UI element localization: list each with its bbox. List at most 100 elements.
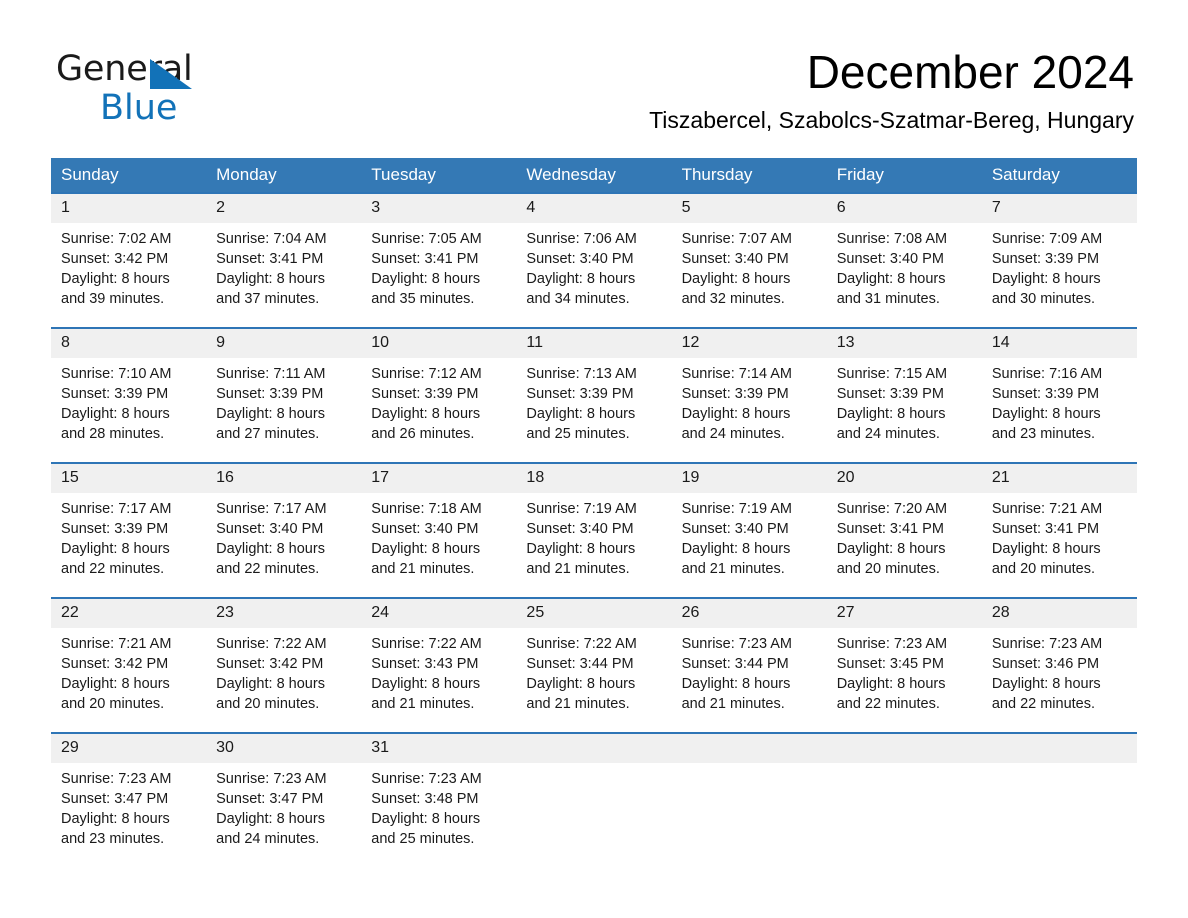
calendar-day-cell[interactable]: 4 Sunrise: 7:06 AM Sunset: 3:40 PM Daylight… (516, 192, 672, 328)
weekday-header-sunday: Sunday (51, 158, 207, 193)
calendar-day-cell[interactable]: 29 Sunrise: 7:23 AM Sunset: 3:47 PM Dayligh… (51, 732, 207, 854)
triangle-icon (150, 59, 192, 89)
daylight-text-line1: Daylight: 8 hours (681, 676, 791, 692)
calendar-day-cell[interactable]: 6 Sunrise: 7:08 AM Sunset: 3:40 PM Daylight… (826, 192, 982, 328)
calendar-header-row: Sunday Monday Tuesday Wednesday Thursday… (51, 158, 1137, 193)
calendar-day-cell[interactable]: 2 Sunrise: 7:04 AM Sunset: 3:41 PM Daylight… (206, 192, 362, 328)
sunset-text: Sunset: 3:41 PM (836, 521, 944, 537)
logo-word-general: General (56, 52, 256, 90)
calendar-day-cell[interactable]: 10 Sunrise: 7:12 AM Sunset: 3:39 PM Dayligh… (361, 327, 517, 463)
calendar-day-cell-empty (671, 732, 827, 854)
calendar-day-cell[interactable]: 9 Sunrise: 7:11 AM Sunset: 3:39 PM Daylight… (206, 327, 362, 463)
page-subtitle: Tiszabercel, Szabolcs-Szatmar-Bereg, Hun… (649, 107, 1134, 134)
calendar-day-cell[interactable]: 25 Sunrise: 7:22 AM Sunset: 3:44 PM Dayligh… (516, 597, 672, 733)
daylight-text-line1: Daylight: 8 hours (526, 406, 636, 422)
calendar-day-cell[interactable]: 30 Sunrise: 7:23 AM Sunset: 3:47 PM Dayligh… (206, 732, 362, 854)
calendar-day-cell[interactable]: 22 Sunrise: 7:21 AM Sunset: 3:42 PM Dayligh… (51, 597, 207, 733)
calendar-day-cell[interactable]: 17 Sunrise: 7:18 AM Sunset: 3:40 PM Dayligh… (361, 462, 517, 598)
calendar-day-cell[interactable]: 16 Sunrise: 7:17 AM Sunset: 3:40 PM Dayligh… (206, 462, 362, 598)
daylight-text-line1: Daylight: 8 hours (216, 811, 325, 827)
weekday-header-wednesday: Wednesday (516, 158, 672, 193)
sunrise-text: Sunrise: 7:22 AM (371, 636, 482, 652)
sunrise-text: Sunrise: 7:14 AM (681, 366, 792, 382)
sunset-text: Sunset: 3:39 PM (836, 386, 944, 402)
sunset-text: Sunset: 3:42 PM (61, 656, 169, 672)
calendar-day-cell[interactable]: 1 Sunrise: 7:02 AM Sunset: 3:42 PM Daylight… (51, 192, 207, 328)
calendar-day-cell[interactable]: 31 Sunrise: 7:23 AM Sunset: 3:48 PM Dayligh… (361, 732, 517, 854)
day-number (516, 734, 672, 763)
daylight-text-line2: and 37 minutes. (216, 291, 320, 307)
calendar-day-cell[interactable]: 12 Sunrise: 7:14 AM Sunset: 3:39 PM Dayligh… (671, 327, 827, 463)
page-header: General Blue December 2024 Tiszabercel, … (0, 0, 1188, 134)
day-number: 1 (51, 194, 207, 223)
calendar-day-cell[interactable]: 18 Sunrise: 7:19 AM Sunset: 3:40 PM Dayligh… (516, 462, 672, 598)
daylight-text-line2: and 24 minutes. (216, 831, 320, 847)
calendar-day-cell[interactable]: 20 Sunrise: 7:20 AM Sunset: 3:41 PM Dayligh… (826, 462, 982, 598)
day-details: Sunrise: 7:05 AM Sunset: 3:41 PM Daylight:… (361, 223, 516, 309)
daylight-text-line2: and 35 minutes. (371, 291, 475, 307)
daylight-text-line1: Daylight: 8 hours (61, 811, 170, 827)
generalblue-logo[interactable]: General Blue (56, 52, 256, 128)
day-number: 13 (826, 329, 982, 358)
calendar-day-cell[interactable]: 21 Sunrise: 7:21 AM Sunset: 3:41 PM Dayligh… (981, 462, 1137, 598)
daylight-text-line1: Daylight: 8 hours (681, 271, 791, 287)
day-details: Sunrise: 7:22 AM Sunset: 3:44 PM Daylight:… (516, 628, 671, 714)
sunrise-text: Sunrise: 7:23 AM (991, 636, 1103, 652)
day-details: Sunrise: 7:19 AM Sunset: 3:40 PM Daylight:… (516, 493, 671, 579)
sunrise-text: Sunrise: 7:17 AM (61, 501, 172, 517)
day-details: Sunrise: 7:23 AM Sunset: 3:45 PM Daylight:… (827, 628, 982, 714)
sunrise-text: Sunrise: 7:23 AM (216, 771, 327, 787)
sunrise-text: Sunrise: 7:09 AM (991, 231, 1103, 247)
sunset-text: Sunset: 3:41 PM (216, 251, 324, 267)
calendar-day-cell[interactable]: 26 Sunrise: 7:23 AM Sunset: 3:44 PM Dayligh… (671, 597, 827, 733)
day-number: 8 (51, 329, 207, 358)
logo-text-blue: Blue (100, 88, 178, 128)
daylight-text-line1: Daylight: 8 hours (526, 676, 636, 692)
sunset-text: Sunset: 3:43 PM (371, 656, 479, 672)
sunset-text: Sunset: 3:45 PM (836, 656, 944, 672)
daylight-text-line1: Daylight: 8 hours (216, 271, 325, 287)
sunrise-text: Sunrise: 7:15 AM (836, 366, 948, 382)
sunrise-text: Sunrise: 7:07 AM (681, 231, 792, 247)
sunrise-text: Sunrise: 7:21 AM (991, 501, 1103, 517)
calendar-day-cell[interactable]: 23 Sunrise: 7:22 AM Sunset: 3:42 PM Dayligh… (206, 597, 362, 733)
calendar-day-cell[interactable]: 27 Sunrise: 7:23 AM Sunset: 3:45 PM Dayligh… (826, 597, 982, 733)
calendar-day-cell[interactable]: 7 Sunrise: 7:09 AM Sunset: 3:39 PM Daylight… (981, 192, 1137, 328)
sunset-text: Sunset: 3:39 PM (371, 386, 479, 402)
day-number: 30 (206, 734, 362, 763)
daylight-text-line2: and 30 minutes. (991, 291, 1096, 307)
calendar-week-row: 8 Sunrise: 7:10 AM Sunset: 3:39 PM Daylight… (51, 327, 1137, 463)
daylight-text-line1: Daylight: 8 hours (991, 406, 1101, 422)
day-details: Sunrise: 7:13 AM Sunset: 3:39 PM Daylight:… (516, 358, 671, 444)
daylight-text-line1: Daylight: 8 hours (371, 811, 481, 827)
weekday-header-thursday: Thursday (671, 158, 827, 193)
day-details: Sunrise: 7:17 AM Sunset: 3:39 PM Daylight:… (51, 493, 206, 579)
calendar-day-cell[interactable]: 8 Sunrise: 7:10 AM Sunset: 3:39 PM Daylight… (51, 327, 207, 463)
day-details: Sunrise: 7:21 AM Sunset: 3:41 PM Daylight:… (982, 493, 1137, 579)
calendar-day-cell[interactable]: 13 Sunrise: 7:15 AM Sunset: 3:39 PM Dayligh… (826, 327, 982, 463)
daylight-text-line1: Daylight: 8 hours (216, 406, 325, 422)
calendar-day-cell[interactable]: 19 Sunrise: 7:19 AM Sunset: 3:40 PM Dayligh… (671, 462, 827, 598)
daylight-text-line1: Daylight: 8 hours (836, 676, 946, 692)
daylight-text-line2: and 24 minutes. (836, 426, 940, 442)
day-details: Sunrise: 7:19 AM Sunset: 3:40 PM Daylight:… (672, 493, 827, 579)
day-details: Sunrise: 7:02 AM Sunset: 3:42 PM Daylight:… (51, 223, 206, 309)
calendar-body: 1 Sunrise: 7:02 AM Sunset: 3:42 PM Daylight… (51, 192, 1137, 854)
calendar-day-cell[interactable]: 11 Sunrise: 7:13 AM Sunset: 3:39 PM Dayligh… (516, 327, 672, 463)
calendar-day-cell[interactable]: 3 Sunrise: 7:05 AM Sunset: 3:41 PM Daylight… (361, 192, 517, 328)
calendar-week-row: 29 Sunrise: 7:23 AM Sunset: 3:47 PM Dayligh… (51, 732, 1137, 854)
calendar-day-cell[interactable]: 24 Sunrise: 7:22 AM Sunset: 3:43 PM Dayligh… (361, 597, 517, 733)
calendar-day-cell[interactable]: 15 Sunrise: 7:17 AM Sunset: 3:39 PM Dayligh… (51, 462, 207, 598)
calendar-day-cell[interactable]: 14 Sunrise: 7:16 AM Sunset: 3:39 PM Dayligh… (981, 327, 1137, 463)
sunrise-text: Sunrise: 7:16 AM (991, 366, 1103, 382)
day-number: 12 (671, 329, 827, 358)
day-number: 14 (981, 329, 1137, 358)
calendar-day-cell[interactable]: 5 Sunrise: 7:07 AM Sunset: 3:40 PM Daylight… (671, 192, 827, 328)
daylight-text-line2: and 21 minutes. (526, 696, 630, 712)
sunrise-text: Sunrise: 7:20 AM (836, 501, 948, 517)
daylight-text-line2: and 25 minutes. (371, 831, 475, 847)
daylight-text-line2: and 28 minutes. (61, 426, 165, 442)
calendar-day-cell[interactable]: 28 Sunrise: 7:23 AM Sunset: 3:46 PM Dayligh… (981, 597, 1137, 733)
sunset-text: Sunset: 3:39 PM (681, 386, 789, 402)
daylight-text-line2: and 21 minutes. (371, 561, 475, 577)
